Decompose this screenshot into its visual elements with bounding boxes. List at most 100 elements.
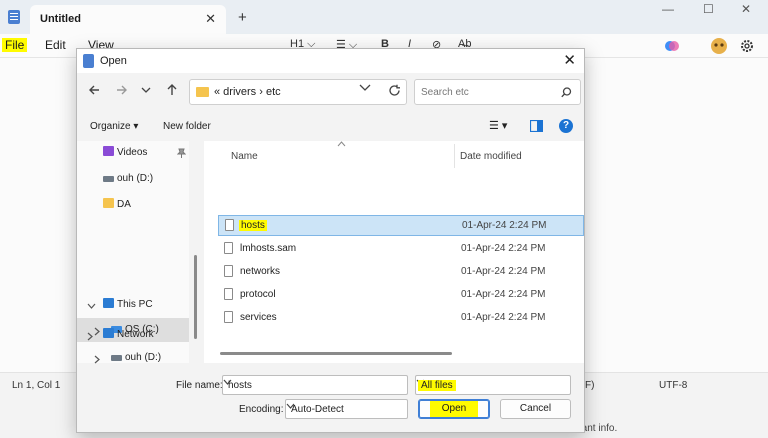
file-icon [225,219,234,231]
file-type-value: All files [418,380,456,391]
recent-chevron-down-icon[interactable] [141,85,151,95]
horizontal-scrollbar[interactable] [220,352,452,355]
copilot-icon[interactable] [664,38,680,54]
encoding-status: UTF-8 [659,380,688,391]
window-close-icon[interactable]: ✕ [741,2,751,16]
pin-icon[interactable] [177,148,186,158]
chevron-down-icon[interactable] [87,303,96,310]
open-button[interactable]: Open [418,399,490,419]
file-name-label: File name: [176,380,223,391]
nav-label: This PC [117,299,153,310]
tab-title: Untitled [40,13,81,25]
forward-arrow-icon[interactable] [115,83,129,97]
open-dialog: Open ✕ « drivers › etc Search etc Organi… [76,48,585,433]
notepad-tab-bar: Untitled ✕ + — ☐ ✕ [0,0,768,34]
computer-icon [103,298,114,308]
search-input[interactable]: Search etc [421,87,469,98]
dialog-close-icon[interactable]: ✕ [563,51,576,69]
column-divider[interactable] [454,144,455,168]
nav-item-da[interactable]: DA [103,193,131,217]
drive-icon [103,176,114,182]
file-date: 01-Apr-24 2:24 PM [461,243,546,254]
refresh-icon[interactable] [388,84,401,97]
nav-item-videos[interactable]: Videos [103,141,147,165]
dialog-toolbar: Organize ▾ New folder ☰ ▾ ? [77,115,584,139]
file-name: hosts [239,220,267,231]
address-path[interactable]: « drivers › etc [214,86,281,98]
notepad-file-icon [83,54,94,68]
dialog-footer: File name: hosts All files Encoding: Aut… [77,365,584,432]
file-name: protocol [240,289,276,300]
file-row-services[interactable]: services 01-Apr-24 2:24 PM [218,308,584,329]
file-name: services [240,312,277,323]
line-ending: F) [585,380,595,391]
minimize-icon[interactable]: — [662,2,674,16]
chevron-right-icon[interactable] [94,327,100,336]
help-icon[interactable]: ? [559,119,573,133]
organize-button[interactable]: Organize ▾ [90,121,138,132]
file-date: 01-Apr-24 2:24 PM [461,289,546,300]
chevron-right-icon[interactable] [87,332,93,341]
column-date-modified[interactable]: Date modified [460,151,522,162]
nav-scrollbar[interactable] [194,255,197,339]
file-date: 01-Apr-24 2:24 PM [462,220,547,231]
folder-icon [196,87,209,97]
nav-label: Network [117,329,154,340]
new-tab-icon[interactable]: + [238,9,247,26]
nav-item-network[interactable]: Network [103,323,154,347]
avatar[interactable] [710,37,728,55]
sort-chevron-up-icon [337,141,346,147]
address-bar[interactable]: « drivers › etc [189,79,407,105]
back-arrow-icon[interactable] [87,83,101,97]
file-icon [224,242,233,254]
nav-item-this-pc[interactable]: This PC [103,293,153,317]
settings-gear-icon[interactable] [740,39,754,53]
up-arrow-icon[interactable] [165,83,179,97]
search-icon[interactable] [561,87,572,98]
search-box[interactable]: Search etc [414,79,581,105]
address-chevron-down-icon[interactable] [359,83,371,93]
file-type-select[interactable]: All files [415,375,571,395]
file-name: networks [240,266,281,277]
drive-icon [111,355,122,361]
nav-item-ouh-d[interactable]: ouh (D:) [103,167,153,191]
tab-close-icon[interactable]: ✕ [205,11,216,27]
view-options-icon[interactable]: ☰ ▾ [489,119,507,132]
preview-pane-icon[interactable] [530,120,543,132]
file-row-networks[interactable]: networks 01-Apr-24 2:24 PM [218,262,584,283]
file-date: 01-Apr-24 2:24 PM [461,312,546,323]
nav-label: ouh (D:) [117,173,154,184]
nav-label: Videos [117,147,148,158]
cancel-button[interactable]: Cancel [500,399,571,419]
column-name[interactable]: Name [231,151,258,162]
new-folder-button[interactable]: New folder [163,121,211,132]
file-row-hosts[interactable]: hosts 01-Apr-24 2:24 PM [218,215,584,236]
encoding-value: Auto-Detect [291,404,344,415]
open-button-label: Open [429,401,479,417]
file-row-lmhosts[interactable]: lmhosts.sam 01-Apr-24 2:24 PM [218,239,584,260]
file-icon [224,265,233,277]
dialog-title-bar: Open ✕ [77,49,584,73]
menu-edit[interactable]: Edit [42,38,69,52]
dialog-title: Open [100,55,127,67]
file-name-input[interactable]: hosts [222,375,408,395]
file-name: lmhosts.sam [240,243,297,254]
file-list: Name Date modified hosts 01-Apr-24 2:24 … [204,141,584,363]
chevron-right-icon[interactable] [94,355,100,364]
encoding-label: Encoding: [239,404,284,415]
file-row-protocol[interactable]: protocol 01-Apr-24 2:24 PM [218,285,584,306]
tab-untitled[interactable]: Untitled ✕ [30,5,226,34]
cursor-position: Ln 1, Col 1 [12,380,61,391]
network-icon [103,328,114,338]
file-date: 01-Apr-24 2:24 PM [461,266,546,277]
notepad-app-icon [8,10,20,24]
nav-label: DA [117,199,131,210]
videos-icon [103,146,114,156]
file-name-value: hosts [228,380,252,391]
maximize-icon[interactable]: ☐ [703,2,714,16]
folder-icon [103,198,114,208]
menu-file[interactable]: File [2,38,28,52]
encoding-select[interactable]: Auto-Detect [285,399,408,419]
nav-label: ouh (D:) [125,352,162,363]
file-icon [224,311,233,323]
